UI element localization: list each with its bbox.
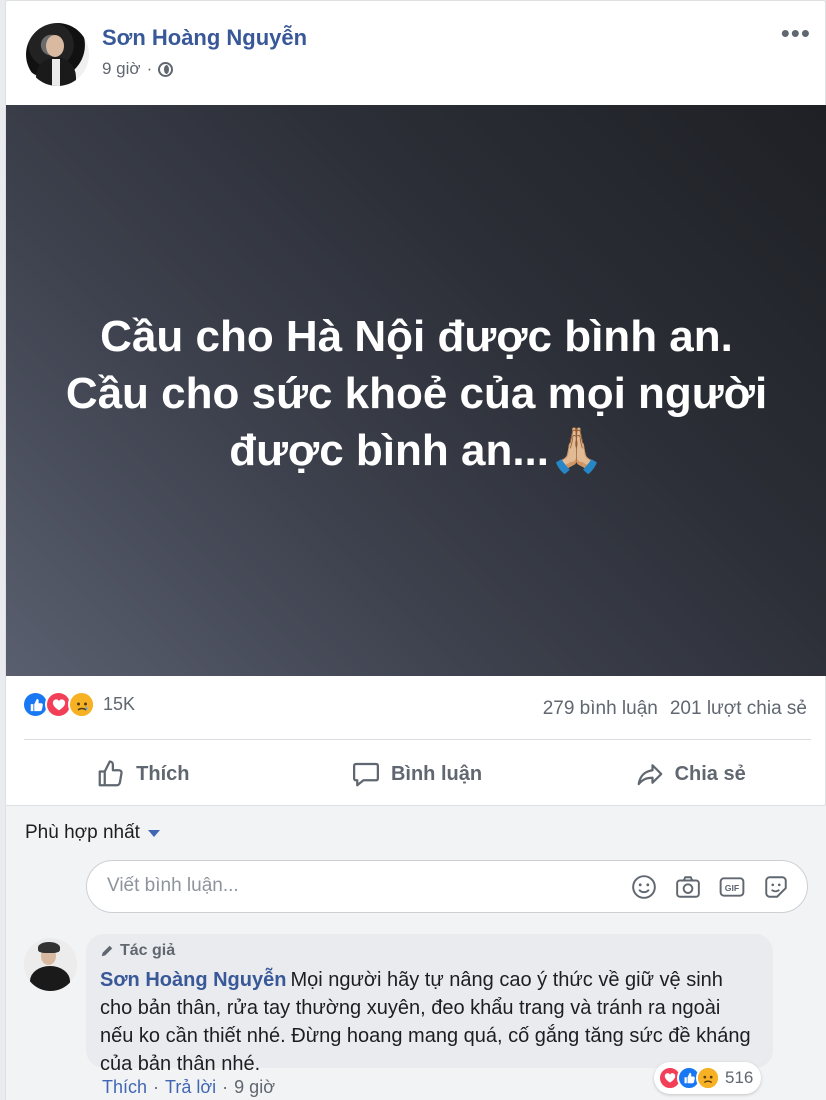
comment-reactions[interactable]: 516	[654, 1062, 762, 1094]
comment-like-link[interactable]: Thích	[102, 1077, 147, 1098]
post-card: Sơn Hoàng Nguyễn 9 giờ · ••• Cầu cho Hà …	[5, 0, 826, 806]
meta-separator: ·	[146, 59, 153, 78]
commenter-avatar[interactable]	[24, 938, 77, 991]
more-options-icon[interactable]: •••	[781, 20, 811, 46]
comment-count[interactable]: 279 bình luận	[543, 698, 658, 720]
comment-label: Bình luận	[390, 762, 483, 785]
chevron-down-icon	[147, 829, 160, 837]
camera-icon[interactable]	[675, 874, 701, 900]
sad-icon	[696, 1066, 720, 1090]
post-stats: 279 bình luận 201 lượt chia sẻ	[543, 698, 807, 720]
share-icon	[637, 764, 662, 786]
like-label: Thích	[136, 762, 190, 785]
comment-reaction-count: 516	[725, 1068, 754, 1087]
reaction-summary[interactable]: 15K	[22, 691, 135, 718]
pencil-icon	[101, 945, 113, 957]
sort-dropdown[interactable]: Phù hợp nhất	[25, 822, 160, 844]
share-label: Chia sẻ	[674, 762, 746, 785]
emoji-icon[interactable]	[631, 874, 657, 900]
comment-icon	[352, 762, 379, 787]
post-text: Cầu cho Hà Nội được bình an. Cầu cho sức …	[65, 312, 768, 475]
globe-icon[interactable]	[158, 61, 174, 77]
author-avatar[interactable]	[26, 23, 89, 86]
author-badge: Tác giả	[100, 942, 759, 960]
comment-reply-link[interactable]: Trả lời	[165, 1077, 216, 1098]
gif-icon[interactable]: GIF	[719, 874, 745, 900]
share-count[interactable]: 201 lượt chia sẻ	[670, 698, 807, 720]
post-background: Cầu cho Hà Nội được bình an. Cầu cho sức …	[6, 105, 826, 676]
comment-button[interactable]: Bình luận	[280, 747, 554, 801]
sort-label: Phù hợp nhất	[25, 822, 140, 843]
comment-actions: Thích · Trả lời · 9 giờ	[102, 1077, 275, 1098]
comment-composer[interactable]: GIF	[86, 860, 808, 913]
comment-author[interactable]: Sơn Hoàng Nguyễn	[100, 969, 286, 991]
reaction-count: 15K	[103, 694, 136, 714]
like-button[interactable]: Thích	[6, 747, 280, 801]
sticker-icon[interactable]	[763, 874, 789, 900]
comment-bubble: Tác giả Sơn Hoàng Nguyễn Mọi người hãy tự…	[86, 934, 773, 1075]
svg-text:GIF: GIF	[725, 883, 739, 893]
comment-text: Sơn Hoàng Nguyễn Mọi người hãy tự nâng ca…	[100, 966, 759, 1078]
action-bar: Thích Bình luận Chia sẻ	[6, 747, 826, 801]
thumbs-up-icon	[98, 760, 123, 787]
comments-section: Phù hợp nhất GIF Tác giả Sơn Hoàng Nguyễ…	[5, 806, 826, 1100]
comment-time[interactable]: 9 giờ	[234, 1077, 275, 1098]
separator: ·	[153, 1077, 160, 1097]
author-badge-label: Tác giả	[120, 942, 176, 959]
author-name[interactable]: Sơn Hoàng Nguyễn	[102, 25, 307, 51]
share-button[interactable]: Chia sẻ	[553, 747, 826, 801]
post-time[interactable]: 9 giờ	[102, 59, 141, 79]
composer-icons: GIF	[631, 874, 789, 900]
post-meta: 9 giờ ·	[102, 59, 174, 79]
divider	[24, 739, 811, 740]
sad-icon	[68, 691, 95, 718]
comment-input[interactable]	[107, 875, 587, 897]
separator: ·	[222, 1077, 229, 1097]
